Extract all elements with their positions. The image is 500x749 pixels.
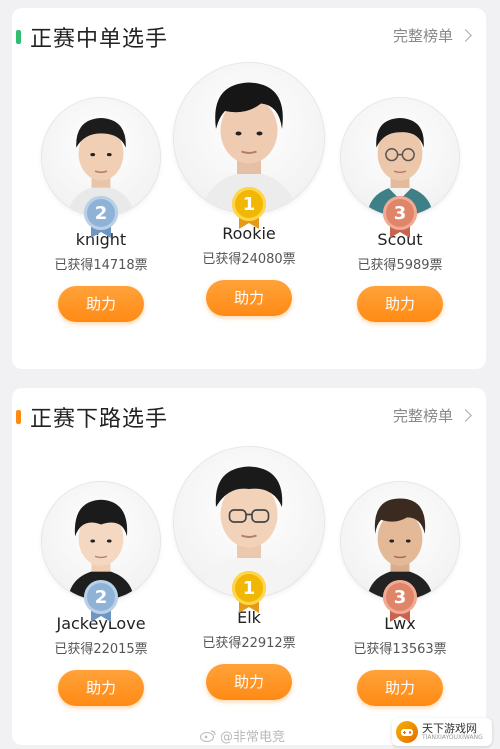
boost-button[interactable]: 助力	[58, 286, 144, 322]
mid-laner-card: 正赛中单选手 完整榜单 2 knight 已获得14718票 助力 1 Rook…	[12, 8, 486, 369]
site-logo: 天下游戏网 TIANXIAYOUXIWANG	[392, 718, 492, 746]
player-avatar[interactable]: 3	[341, 482, 459, 622]
player-card-rank-3: 3 Scout 已获得5989票 助力	[325, 98, 475, 322]
chevron-right-icon	[459, 409, 472, 422]
player-card-rank-2: 2 knight 已获得14718票 助力	[26, 98, 176, 322]
vote-count: 已获得13563票	[353, 642, 447, 657]
rank-medal: 3	[383, 580, 417, 624]
rank-medal: 1	[232, 187, 266, 231]
rank-medal: 2	[84, 196, 118, 240]
player-card-rank-3: 3 Lwx 已获得13563票 助力	[325, 482, 475, 706]
boost-button[interactable]: 助力	[206, 664, 292, 700]
rank-medal: 1	[232, 571, 266, 615]
vote-count: 已获得24080票	[202, 252, 296, 267]
boost-button[interactable]: 助力	[206, 280, 292, 316]
section-accent-bar	[16, 410, 21, 424]
player-avatar[interactable]: 2	[42, 98, 160, 238]
full-ranking-link[interactable]: 完整榜单	[392, 25, 472, 46]
vote-count: 已获得5989票	[357, 258, 443, 273]
vote-count: 已获得22912票	[202, 636, 296, 651]
boost-button[interactable]: 助力	[357, 670, 443, 706]
section-title: 正赛下路选手	[30, 407, 169, 432]
player-card-rank-1: 1 Elk 已获得22912票 助力	[174, 447, 324, 700]
bot-laner-card: 正赛下路选手 完整榜单 2 JackeyLove 已获得22015票 助力 1 …	[12, 388, 486, 745]
section-header: 正赛下路选手 完整榜单	[12, 388, 486, 444]
site-logo-sub: TIANXIAYOUXIWANG	[422, 733, 483, 741]
boost-button[interactable]: 助力	[357, 286, 443, 322]
game-controller-icon	[396, 721, 418, 743]
player-card-rank-2: 2 JackeyLove 已获得22015票 助力	[26, 482, 176, 706]
watermark: @非常电竞	[200, 726, 285, 745]
section-header: 正赛中单选手 完整榜单	[12, 8, 486, 64]
section-accent-bar	[16, 30, 21, 44]
chevron-right-icon	[459, 29, 472, 42]
full-ranking-label: 完整榜单	[392, 407, 453, 425]
player-avatar[interactable]: 1	[174, 447, 324, 613]
site-logo-name: 天下游戏网	[422, 721, 477, 735]
section-title: 正赛中单选手	[30, 27, 169, 52]
player-avatar[interactable]: 2	[42, 482, 160, 622]
player-avatar[interactable]: 1	[174, 63, 324, 229]
vote-count: 已获得14718票	[54, 258, 148, 273]
player-avatar[interactable]: 3	[341, 98, 459, 238]
rank-medal: 3	[383, 196, 417, 240]
full-ranking-label: 完整榜单	[392, 27, 453, 45]
weibo-icon	[200, 729, 216, 742]
player-card-rank-1: 1 Rookie 已获得24080票 助力	[174, 63, 324, 316]
rank-medal: 2	[84, 580, 118, 624]
vote-count: 已获得22015票	[54, 642, 148, 657]
boost-button[interactable]: 助力	[58, 670, 144, 706]
watermark-text: @非常电竞	[220, 730, 286, 745]
full-ranking-link[interactable]: 完整榜单	[392, 405, 472, 426]
